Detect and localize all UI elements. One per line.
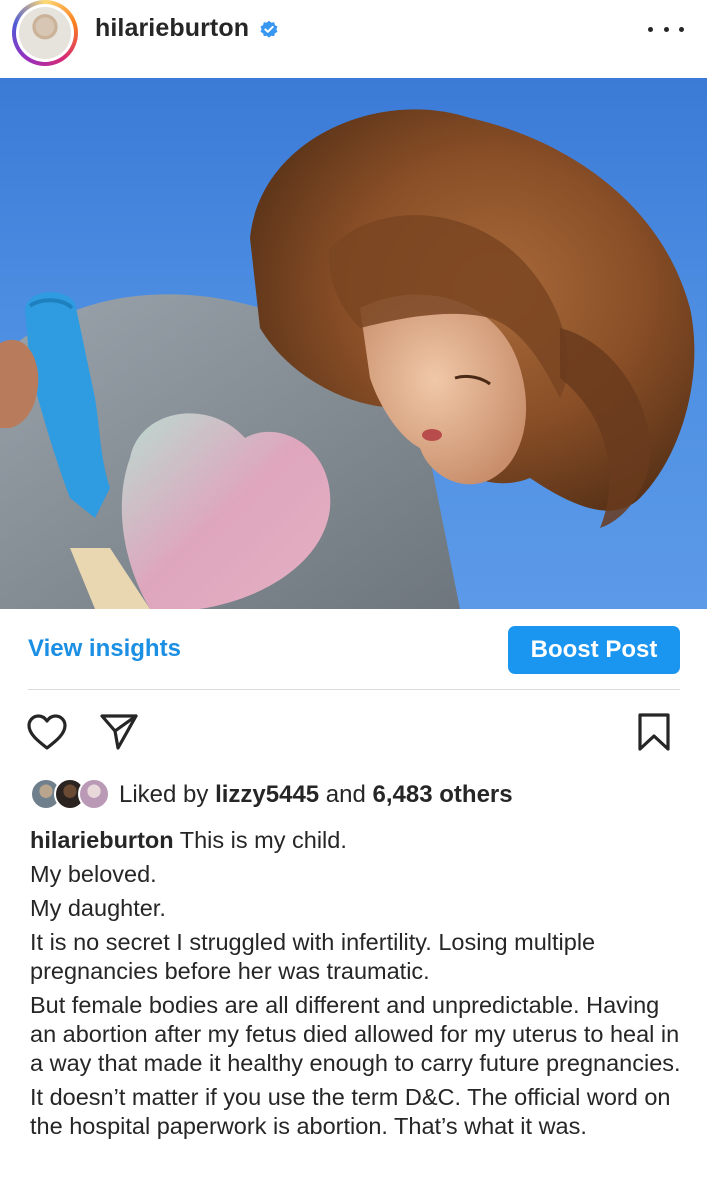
post-image[interactable]: [0, 78, 707, 609]
view-insights-link[interactable]: View insights: [28, 635, 181, 663]
post-header: hilarieburton: [0, 0, 707, 78]
send-icon[interactable]: [98, 711, 140, 751]
profile-avatar[interactable]: [12, 0, 78, 66]
caption-line: My beloved.: [30, 861, 157, 887]
username-link[interactable]: hilarieburton: [95, 14, 249, 43]
caption-username[interactable]: hilarieburton: [30, 827, 174, 853]
likes-others[interactable]: 6,483 others: [373, 781, 513, 808]
likes-summary[interactable]: Liked by lizzy5445 and 6,483 others: [119, 781, 513, 809]
heart-icon[interactable]: [26, 713, 68, 751]
likes-middle: and: [319, 781, 373, 808]
likes-prefix: Liked by: [119, 781, 216, 808]
more-options-icon[interactable]: [648, 14, 684, 44]
boost-post-button[interactable]: Boost Post: [508, 626, 680, 674]
verified-badge-icon: [260, 20, 278, 38]
avatar-frame: [16, 4, 74, 62]
caption-text: This is my child.: [173, 827, 347, 853]
caption-line: But female bodies are all different and …: [30, 992, 681, 1076]
avatar-image: [19, 7, 71, 59]
bookmark-icon[interactable]: [636, 712, 672, 752]
dot: [679, 26, 684, 32]
post-caption: hilarieburton This is my child. My belov…: [30, 826, 690, 1146]
caption-line: It is no secret I struggled with inferti…: [30, 929, 596, 984]
post-photo-illustration: [0, 109, 695, 609]
liker-avatars[interactable]: [30, 778, 110, 810]
divider: [28, 689, 680, 690]
caption-line: My daughter.: [30, 895, 166, 921]
liker-username[interactable]: lizzy5445: [215, 781, 319, 808]
avatar: [78, 778, 110, 810]
caption-line: It doesn’t matter if you use the term D&…: [30, 1084, 671, 1139]
dot: [648, 26, 653, 32]
caption-line: hilarieburton This is my child.: [30, 826, 690, 855]
dot: [663, 26, 669, 32]
